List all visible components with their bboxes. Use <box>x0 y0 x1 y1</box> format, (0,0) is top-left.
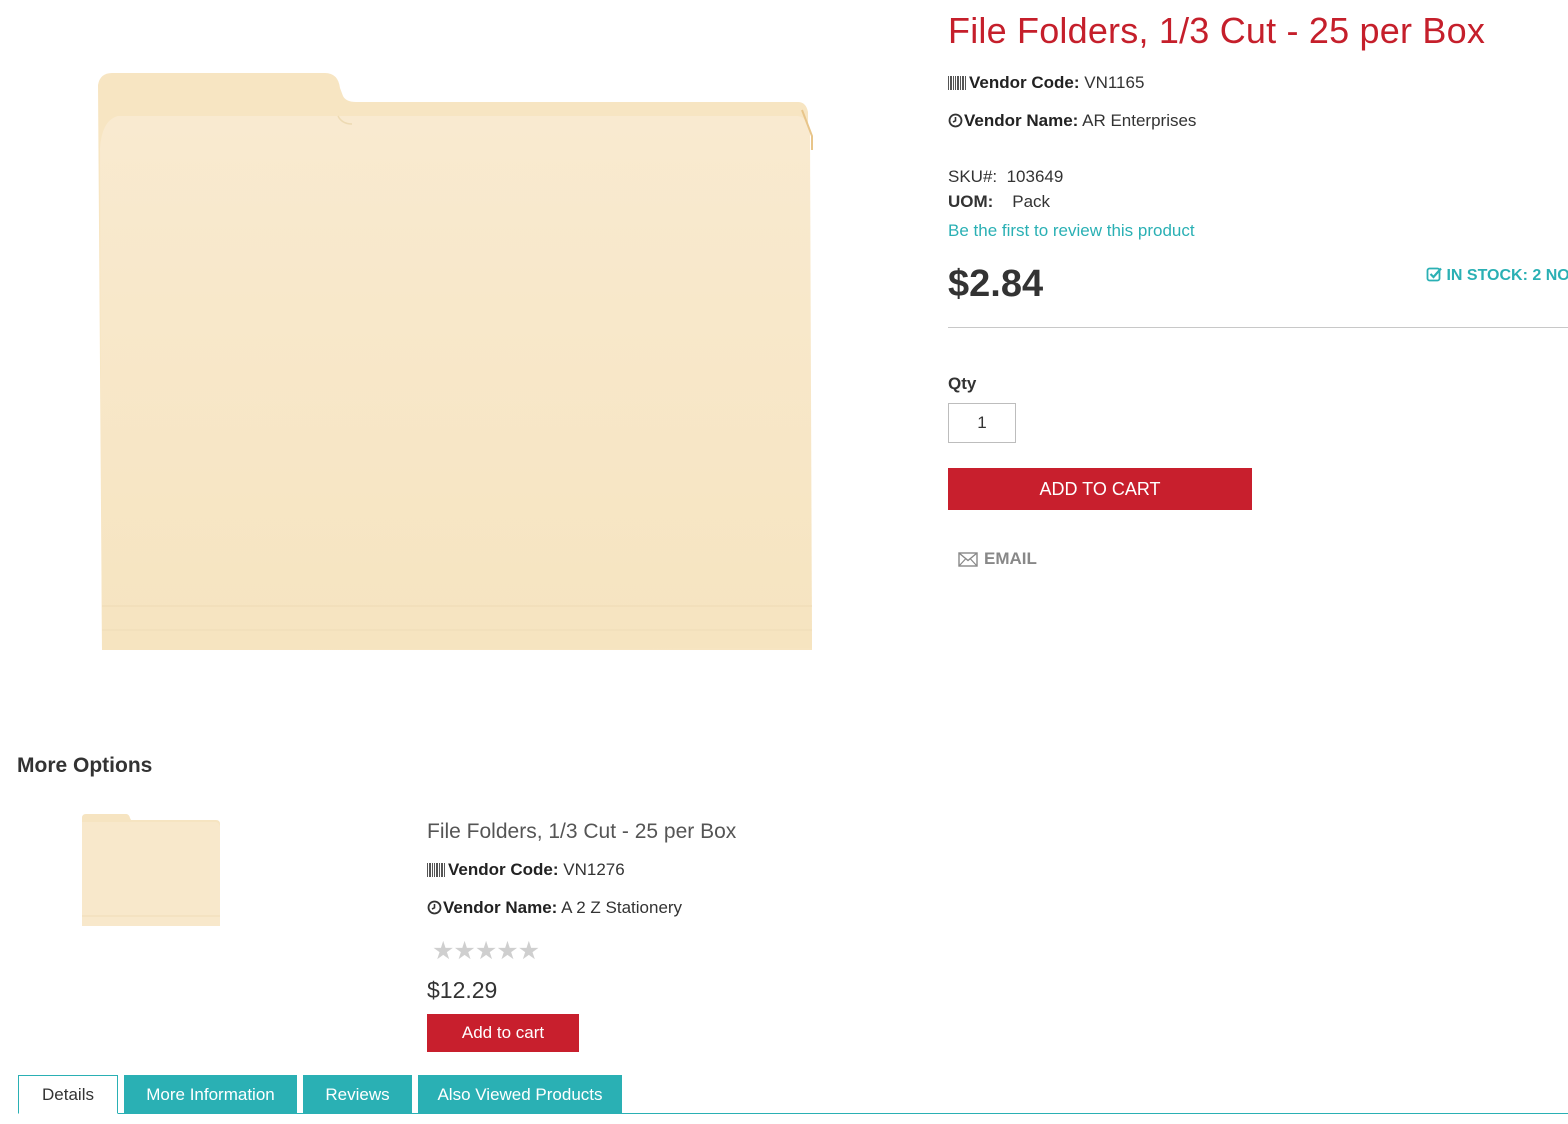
vendor-name-line: Vendor Name: AR Enterprises <box>948 111 1196 133</box>
option-title[interactable]: File Folders, 1/3 Cut - 25 per Box <box>427 820 736 844</box>
qty-input[interactable] <box>948 403 1016 443</box>
option-vendor-code-value: VN1276 <box>563 860 625 879</box>
option-price: $12.29 <box>427 977 498 1003</box>
add-to-cart-button[interactable]: ADD TO CART <box>948 468 1252 510</box>
stock-text: IN STOCK: 2 NOS <box>1446 267 1568 284</box>
email-label: EMAIL <box>984 549 1037 568</box>
tab-reviews[interactable]: Reviews <box>303 1075 412 1114</box>
product-main-image[interactable] <box>20 50 840 670</box>
folder-image <box>98 73 813 650</box>
vendor-code-label: Vendor Code: <box>969 73 1080 92</box>
tab-also-viewed-products[interactable]: Also Viewed Products <box>418 1075 622 1114</box>
product-price: $2.84 <box>948 263 1044 305</box>
folder-thumbnail-image <box>82 814 220 926</box>
barcode-icon <box>427 862 445 882</box>
option-vendor-code-line: Vendor Code: VN1276 <box>427 860 625 882</box>
barcode-icon <box>948 75 966 95</box>
check-square-icon <box>1426 267 1442 282</box>
product-title: File Folders, 1/3 Cut - 25 per Box <box>948 10 1486 51</box>
envelope-icon <box>958 552 978 567</box>
clock-icon <box>427 900 442 920</box>
vendor-code-line: Vendor Code: VN1165 <box>948 73 1144 95</box>
sku-value: 103649 <box>1006 167 1064 186</box>
vendor-name-label: Vendor Name: <box>964 111 1079 130</box>
clock-icon <box>948 113 963 133</box>
option-add-to-cart-button[interactable]: Add to cart <box>427 1014 579 1052</box>
more-options-heading: More Options <box>17 754 153 777</box>
option-vendor-code-label: Vendor Code: <box>448 860 559 879</box>
option-vendor-name-value: A 2 Z Stationery <box>561 898 683 917</box>
uom-line: UOM: Pack <box>948 192 1050 212</box>
tab-more-information[interactable]: More Information <box>124 1075 297 1114</box>
sku-label: SKU#: <box>948 167 998 186</box>
sku-line: SKU#: 103649 <box>948 167 1063 187</box>
option-thumbnail[interactable] <box>80 812 222 930</box>
vendor-code-value: VN1165 <box>1084 73 1145 92</box>
stock-status: IN STOCK: 2 NOS <box>1426 266 1568 285</box>
option-vendor-name-line: Vendor Name: A 2 Z Stationery <box>427 898 682 920</box>
tab-details[interactable]: Details <box>18 1075 118 1114</box>
uom-value: Pack <box>1012 192 1051 211</box>
qty-label: Qty <box>948 374 977 393</box>
review-link[interactable]: Be the first to review this product <box>948 221 1195 241</box>
vendor-name-value: AR Enterprises <box>1082 111 1197 130</box>
price-divider <box>948 327 1568 328</box>
uom-label: UOM: <box>948 192 994 211</box>
email-link[interactable]: EMAIL <box>958 549 1037 569</box>
option-vendor-name-label: Vendor Name: <box>443 898 558 917</box>
rating-stars: ★★★★★ <box>432 937 540 965</box>
